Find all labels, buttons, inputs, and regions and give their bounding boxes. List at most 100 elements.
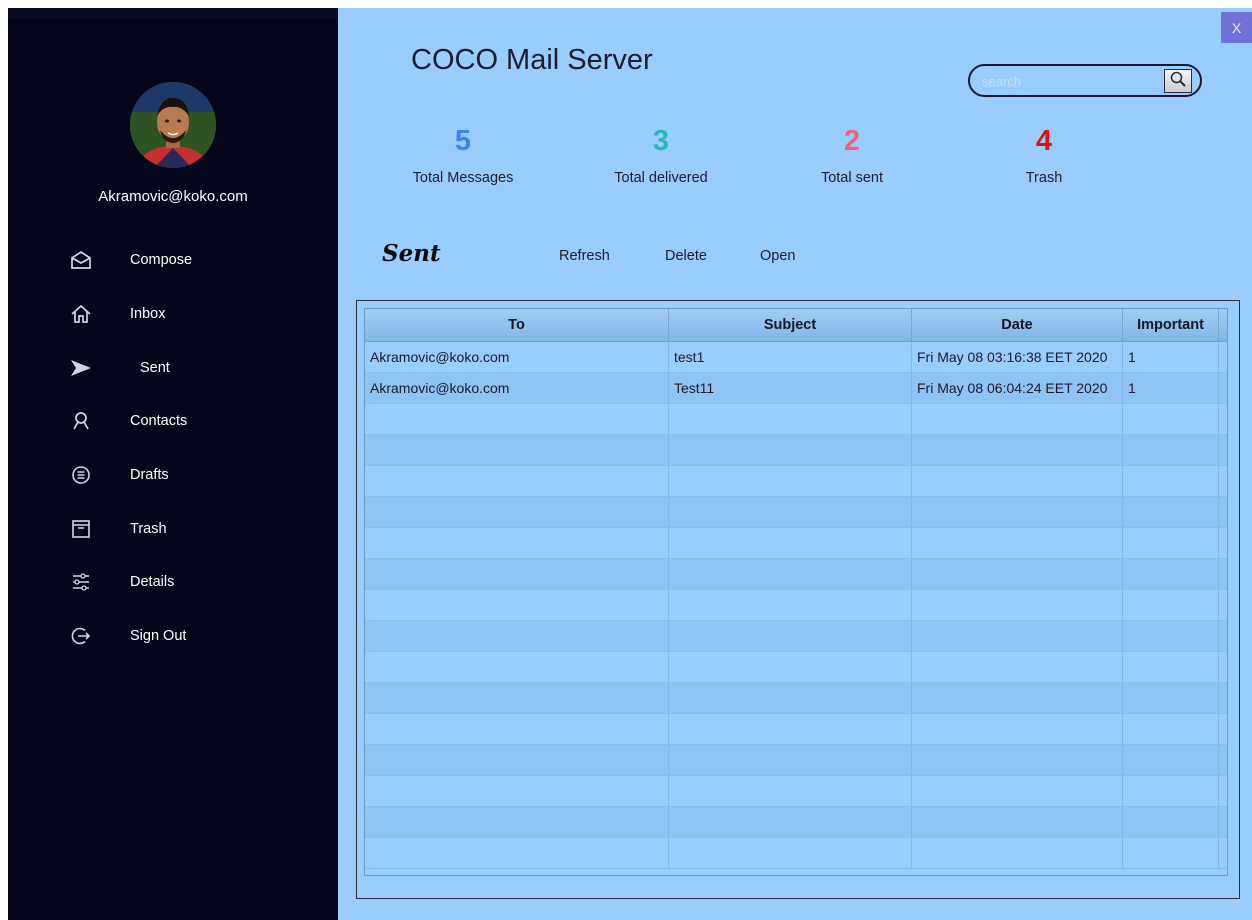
home-icon <box>68 301 94 327</box>
list-circle-icon <box>68 462 94 488</box>
nav-label: Sign Out <box>130 628 187 644</box>
table-row[interactable]: Akramovic@koko.com test1 Fri May 08 03:1… <box>365 342 1227 373</box>
open-button[interactable]: Open <box>760 248 795 264</box>
nav-label: Inbox <box>130 306 166 322</box>
search-input[interactable] <box>982 72 1162 90</box>
close-button[interactable]: X <box>1221 12 1252 43</box>
empty-cell <box>1123 466 1219 496</box>
empty-cell <box>669 497 912 527</box>
empty-cell <box>365 435 669 465</box>
nav-sent[interactable]: Sent <box>68 353 308 383</box>
empty-cell <box>1219 807 1227 837</box>
empty-table-row <box>365 838 1227 869</box>
empty-cell <box>669 683 912 713</box>
nav-details[interactable]: Details <box>68 567 308 597</box>
empty-cell <box>365 528 669 558</box>
cell-to: Akramovic@koko.com <box>365 373 669 403</box>
column-header-subject[interactable]: Subject <box>669 309 912 341</box>
column-header-date[interactable]: Date <box>912 309 1123 341</box>
cell-date: Fri May 08 03:16:38 EET 2020 <box>912 342 1123 372</box>
delete-button[interactable]: Delete <box>665 248 707 264</box>
cell-important: 1 <box>1123 342 1219 372</box>
empty-cell <box>1123 559 1219 589</box>
sliders-icon <box>68 569 94 595</box>
empty-table-row <box>365 776 1227 807</box>
empty-cell <box>669 466 912 496</box>
empty-table-row <box>365 528 1227 559</box>
empty-cell <box>1219 838 1227 868</box>
nav-drafts[interactable]: Drafts <box>68 460 308 490</box>
empty-cell <box>669 559 912 589</box>
stat-value: 2 <box>843 125 861 157</box>
empty-cell <box>1219 435 1227 465</box>
sign-out-icon <box>68 623 94 649</box>
nav-label: Drafts <box>130 467 169 483</box>
send-icon <box>68 355 94 381</box>
empty-cell <box>669 652 912 682</box>
stat-total-sent: 2 Total sent <box>772 124 932 186</box>
cell-subject: Test11 <box>669 373 912 403</box>
cell-subject: test1 <box>669 342 912 372</box>
cell-important: 1 <box>1123 373 1219 403</box>
cell-filler <box>1219 373 1227 403</box>
nav-trash[interactable]: Trash <box>68 514 308 544</box>
sent-table[interactable]: To Subject Date Important Akramovic@koko… <box>364 308 1228 876</box>
empty-cell <box>912 714 1123 744</box>
empty-cell <box>912 404 1123 434</box>
stat-total-delivered: 3 Total delivered <box>581 124 741 186</box>
stat-value: 4 <box>1035 125 1053 157</box>
empty-cell <box>912 745 1123 775</box>
table-body: Akramovic@koko.com test1 Fri May 08 03:1… <box>365 342 1227 869</box>
nav-sign-out[interactable]: Sign Out <box>68 621 308 651</box>
user-email: Akramovic@koko.com <box>98 188 248 205</box>
empty-table-row <box>365 683 1227 714</box>
table-row[interactable]: Akramovic@koko.com Test11 Fri May 08 06:… <box>365 373 1227 404</box>
nav-label: Details <box>130 574 175 590</box>
empty-cell <box>1123 652 1219 682</box>
empty-table-row <box>365 466 1227 497</box>
empty-cell <box>1219 714 1227 744</box>
empty-cell <box>365 590 669 620</box>
empty-table-row <box>365 435 1227 466</box>
nav-contacts[interactable]: Contacts <box>68 406 308 436</box>
empty-cell <box>1123 497 1219 527</box>
empty-cell <box>912 776 1123 806</box>
stat-trash: 4 Trash <box>964 124 1124 186</box>
nav-inbox[interactable]: Inbox <box>68 299 308 329</box>
empty-cell <box>365 559 669 589</box>
empty-cell <box>1219 559 1227 589</box>
empty-cell <box>1123 404 1219 434</box>
empty-cell <box>365 745 669 775</box>
empty-cell <box>365 714 669 744</box>
search-button[interactable] <box>1164 69 1192 93</box>
nav-compose[interactable]: Compose <box>68 245 308 275</box>
nav-label: Compose <box>130 252 193 268</box>
empty-cell <box>912 435 1123 465</box>
contact-icon <box>68 408 94 434</box>
empty-cell <box>669 807 912 837</box>
sidebar: Akramovic@koko.com Compose Inbox Sent Co… <box>8 8 338 920</box>
section-title: Sent <box>382 240 441 267</box>
column-header-filler <box>1219 309 1227 341</box>
empty-cell <box>1219 528 1227 558</box>
empty-cell <box>912 838 1123 868</box>
nav-label: Trash <box>130 521 167 537</box>
empty-cell <box>365 807 669 837</box>
refresh-button[interactable]: Refresh <box>559 248 610 264</box>
stat-value: 5 <box>454 125 472 157</box>
column-header-to[interactable]: To <box>365 309 669 341</box>
empty-cell <box>912 621 1123 651</box>
avatar[interactable] <box>130 82 216 168</box>
empty-cell <box>1219 497 1227 527</box>
empty-cell <box>1219 683 1227 713</box>
app-title: COCO Mail Server <box>411 44 653 76</box>
stat-caption: Total delivered <box>614 170 708 186</box>
empty-cell <box>1123 745 1219 775</box>
empty-cell <box>669 528 912 558</box>
column-header-important[interactable]: Important <box>1123 309 1219 341</box>
search-icon <box>1169 70 1187 93</box>
empty-cell <box>1219 621 1227 651</box>
empty-cell <box>1123 838 1219 868</box>
empty-cell <box>365 683 669 713</box>
empty-cell <box>1219 652 1227 682</box>
